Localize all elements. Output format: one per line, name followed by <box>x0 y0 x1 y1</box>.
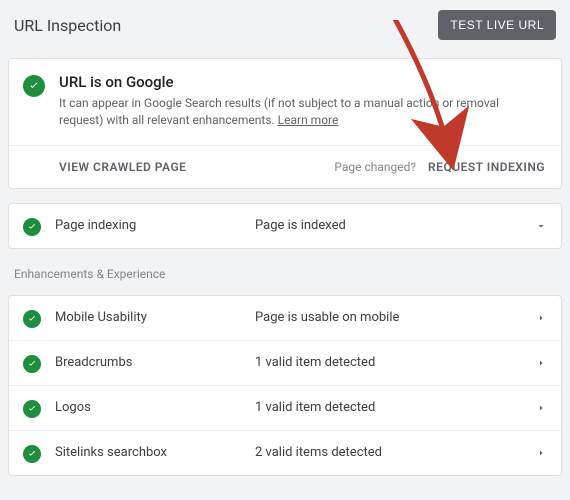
row-label: Breadcrumbs <box>55 355 255 370</box>
status-card: URL is on Google It can appear in Google… <box>8 58 562 189</box>
row-label: Sitelinks searchbox <box>55 445 255 460</box>
status-title: URL is on Google <box>59 73 545 91</box>
chevron-right-icon <box>535 447 547 459</box>
sitelinks-searchbox-row[interactable]: Sitelinks searchbox 2 valid items detect… <box>9 431 561 475</box>
breadcrumbs-row[interactable]: Breadcrumbs 1 valid item detected <box>9 341 561 386</box>
row-value: 2 valid items detected <box>255 445 535 460</box>
indexing-label: Page indexing <box>55 218 255 233</box>
enhancements-section-header: Enhancements & Experience <box>0 263 570 287</box>
row-value: 1 valid item detected <box>255 400 535 415</box>
row-value: Page is usable on mobile <box>255 310 535 325</box>
indexing-value: Page is indexed <box>255 218 535 233</box>
page-changed-label: Page changed? <box>334 160 416 174</box>
logos-row[interactable]: Logos 1 valid item detected <box>9 386 561 431</box>
row-value: 1 valid item detected <box>255 355 535 370</box>
request-indexing-button[interactable]: REQUEST INDEXING <box>428 160 545 174</box>
row-label: Logos <box>55 400 255 415</box>
status-description: It can appear in Google Search results (… <box>59 95 545 129</box>
check-icon <box>23 355 41 373</box>
view-crawled-page-link[interactable]: VIEW CRAWLED PAGE <box>59 160 186 174</box>
row-label: Mobile Usability <box>55 310 255 325</box>
enhancements-card: Mobile Usability Page is usable on mobil… <box>8 295 562 476</box>
test-live-url-button[interactable]: TEST LIVE URL <box>438 10 556 40</box>
check-icon <box>23 218 41 236</box>
check-icon <box>23 445 41 463</box>
mobile-usability-row[interactable]: Mobile Usability Page is usable on mobil… <box>9 296 561 341</box>
check-icon <box>23 400 41 418</box>
indexing-card: Page indexing Page is indexed <box>8 203 562 249</box>
check-icon <box>23 75 45 97</box>
chevron-right-icon <box>535 312 547 324</box>
chevron-right-icon <box>535 402 547 414</box>
chevron-down-icon <box>535 220 547 232</box>
page-title: URL Inspection <box>14 16 121 35</box>
chevron-right-icon <box>535 357 547 369</box>
learn-more-link[interactable]: Learn more <box>278 113 339 127</box>
page-indexing-row[interactable]: Page indexing Page is indexed <box>9 204 561 248</box>
check-icon <box>23 310 41 328</box>
